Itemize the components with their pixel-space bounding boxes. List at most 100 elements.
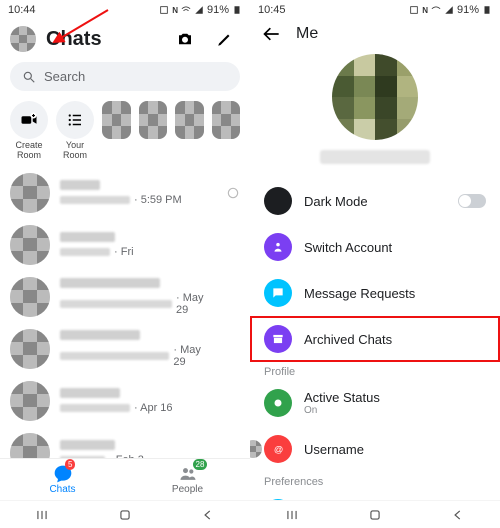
chat-status-icon xyxy=(226,290,240,304)
status-time: 10:44 xyxy=(8,4,36,16)
chat-name xyxy=(60,278,160,288)
chat-preview: · 5:59 PM xyxy=(60,194,216,206)
back-button[interactable] xyxy=(451,508,465,522)
create-room-label: Create Room xyxy=(15,141,42,161)
my-avatar[interactable] xyxy=(10,26,36,52)
dark-mode-toggle[interactable] xyxy=(458,194,486,208)
video-plus-icon xyxy=(20,111,38,129)
tab-chats[interactable]: 5 Chats xyxy=(0,459,125,500)
chat-preview: · May 29 xyxy=(60,292,216,316)
chat-avatar xyxy=(10,381,50,421)
chat-text: · Feb 3 xyxy=(60,440,216,458)
android-navbar xyxy=(0,500,250,528)
create-room-button[interactable]: Create Room xyxy=(10,101,48,161)
back-arrow[interactable] xyxy=(262,24,282,44)
chat-preview: · Apr 16 xyxy=(60,402,216,414)
svg-text:@: @ xyxy=(274,445,283,455)
room-tile[interactable] xyxy=(102,101,131,139)
chat-avatar xyxy=(10,433,50,458)
chat-row[interactable]: · May 29 xyxy=(0,271,250,323)
signal-icon xyxy=(444,5,454,15)
switch-icon xyxy=(271,240,285,254)
menu-label: Dark Mode xyxy=(304,194,446,209)
archive-icon xyxy=(271,332,285,346)
chat-row[interactable]: · May 29 xyxy=(0,323,250,375)
menu-message-requests[interactable]: Message Requests xyxy=(250,270,500,316)
menu-label: Switch Account xyxy=(304,240,486,255)
nfc-icon: N xyxy=(422,6,428,15)
profile-avatar[interactable] xyxy=(332,54,418,140)
chat-text: · Fri xyxy=(60,232,216,258)
tab-people-label: People xyxy=(172,484,203,495)
battery-icon xyxy=(232,5,242,15)
chat-status-icon xyxy=(226,186,240,200)
page-title: Chats xyxy=(46,28,160,51)
room-tile[interactable] xyxy=(212,101,241,139)
chat-list[interactable]: · 5:59 PM · Fri · May 29 · May 29 xyxy=(0,167,250,458)
recents-button[interactable] xyxy=(285,508,299,522)
chat-text: · Apr 16 xyxy=(60,388,216,414)
moon-icon xyxy=(270,193,286,209)
bottom-tabs: 5 Chats 28 People xyxy=(0,458,250,500)
room-tile[interactable] xyxy=(175,101,204,139)
menu-archived-chats[interactable]: Archived Chats xyxy=(250,316,500,362)
status-icons: N 91% xyxy=(159,4,242,16)
battery-pct: 91% xyxy=(207,4,229,16)
room-tile[interactable] xyxy=(139,101,168,139)
mini-avatar xyxy=(250,440,262,458)
status-bar: 10:45 N 91% xyxy=(250,0,500,20)
signal-icon xyxy=(194,5,204,15)
search-placeholder: Search xyxy=(44,69,85,84)
wifi-icon xyxy=(181,5,191,15)
chat-row[interactable]: · Feb 3 xyxy=(0,427,250,458)
menu-active-status[interactable]: Active StatusOn xyxy=(250,380,500,426)
search-input[interactable]: Search xyxy=(10,62,240,91)
status-icons: N 91% xyxy=(409,4,492,16)
chat-status-icon xyxy=(226,342,240,356)
recents-button[interactable] xyxy=(35,508,49,522)
compose-button[interactable] xyxy=(210,24,240,54)
chat-row[interactable]: · Fri xyxy=(0,219,250,271)
chat-preview: · May 29 xyxy=(60,344,216,368)
menu-label: Message Requests xyxy=(304,286,486,301)
chat-row[interactable]: · Apr 16 xyxy=(0,375,250,427)
chat-status-icon xyxy=(226,238,240,252)
alarm-icon xyxy=(159,5,169,15)
chat-name xyxy=(60,388,120,398)
tab-chats-label: Chats xyxy=(49,484,75,495)
menu-dark-mode[interactable]: Dark Mode xyxy=(250,178,500,224)
section-profile: Profile xyxy=(250,362,500,380)
camera-icon xyxy=(176,30,194,48)
chats-header: Chats xyxy=(0,20,250,58)
chat-status-icon xyxy=(226,394,240,408)
profile-name xyxy=(320,150,430,164)
back-button[interactable] xyxy=(201,508,215,522)
wifi-icon xyxy=(431,5,441,15)
me-title: Me xyxy=(296,25,318,43)
chat-name xyxy=(60,440,115,450)
chat-name xyxy=(60,232,115,242)
chat-row[interactable]: · 5:59 PM xyxy=(0,167,250,219)
home-button[interactable] xyxy=(368,508,382,522)
search-icon xyxy=(22,70,36,84)
your-room-button[interactable]: Your Room xyxy=(56,101,94,161)
status-time: 10:45 xyxy=(258,4,286,16)
menu-username[interactable]: @ Username xyxy=(250,426,500,472)
camera-button[interactable] xyxy=(170,24,200,54)
chat-avatar xyxy=(10,225,50,265)
tab-people[interactable]: 28 People xyxy=(125,459,250,500)
rooms-row[interactable]: Create Room Your Room xyxy=(0,95,250,167)
settings-menu[interactable]: Dark Mode Switch Account Message Request… xyxy=(250,178,500,500)
battery-icon xyxy=(482,5,492,15)
chat-avatar xyxy=(10,173,50,213)
chat-preview: · Fri xyxy=(60,246,216,258)
people-badge: 28 xyxy=(193,459,208,470)
chat-text: · May 29 xyxy=(60,330,216,368)
chats-badge: 5 xyxy=(65,459,75,470)
chat-name xyxy=(60,180,100,190)
menu-privacy[interactable]: Privacy xyxy=(250,490,500,500)
menu-switch-account[interactable]: Switch Account xyxy=(250,224,500,270)
chat-name xyxy=(60,330,140,340)
home-button[interactable] xyxy=(118,508,132,522)
chats-screen: 10:44 N 91% Chats Search Create Room xyxy=(0,0,250,528)
